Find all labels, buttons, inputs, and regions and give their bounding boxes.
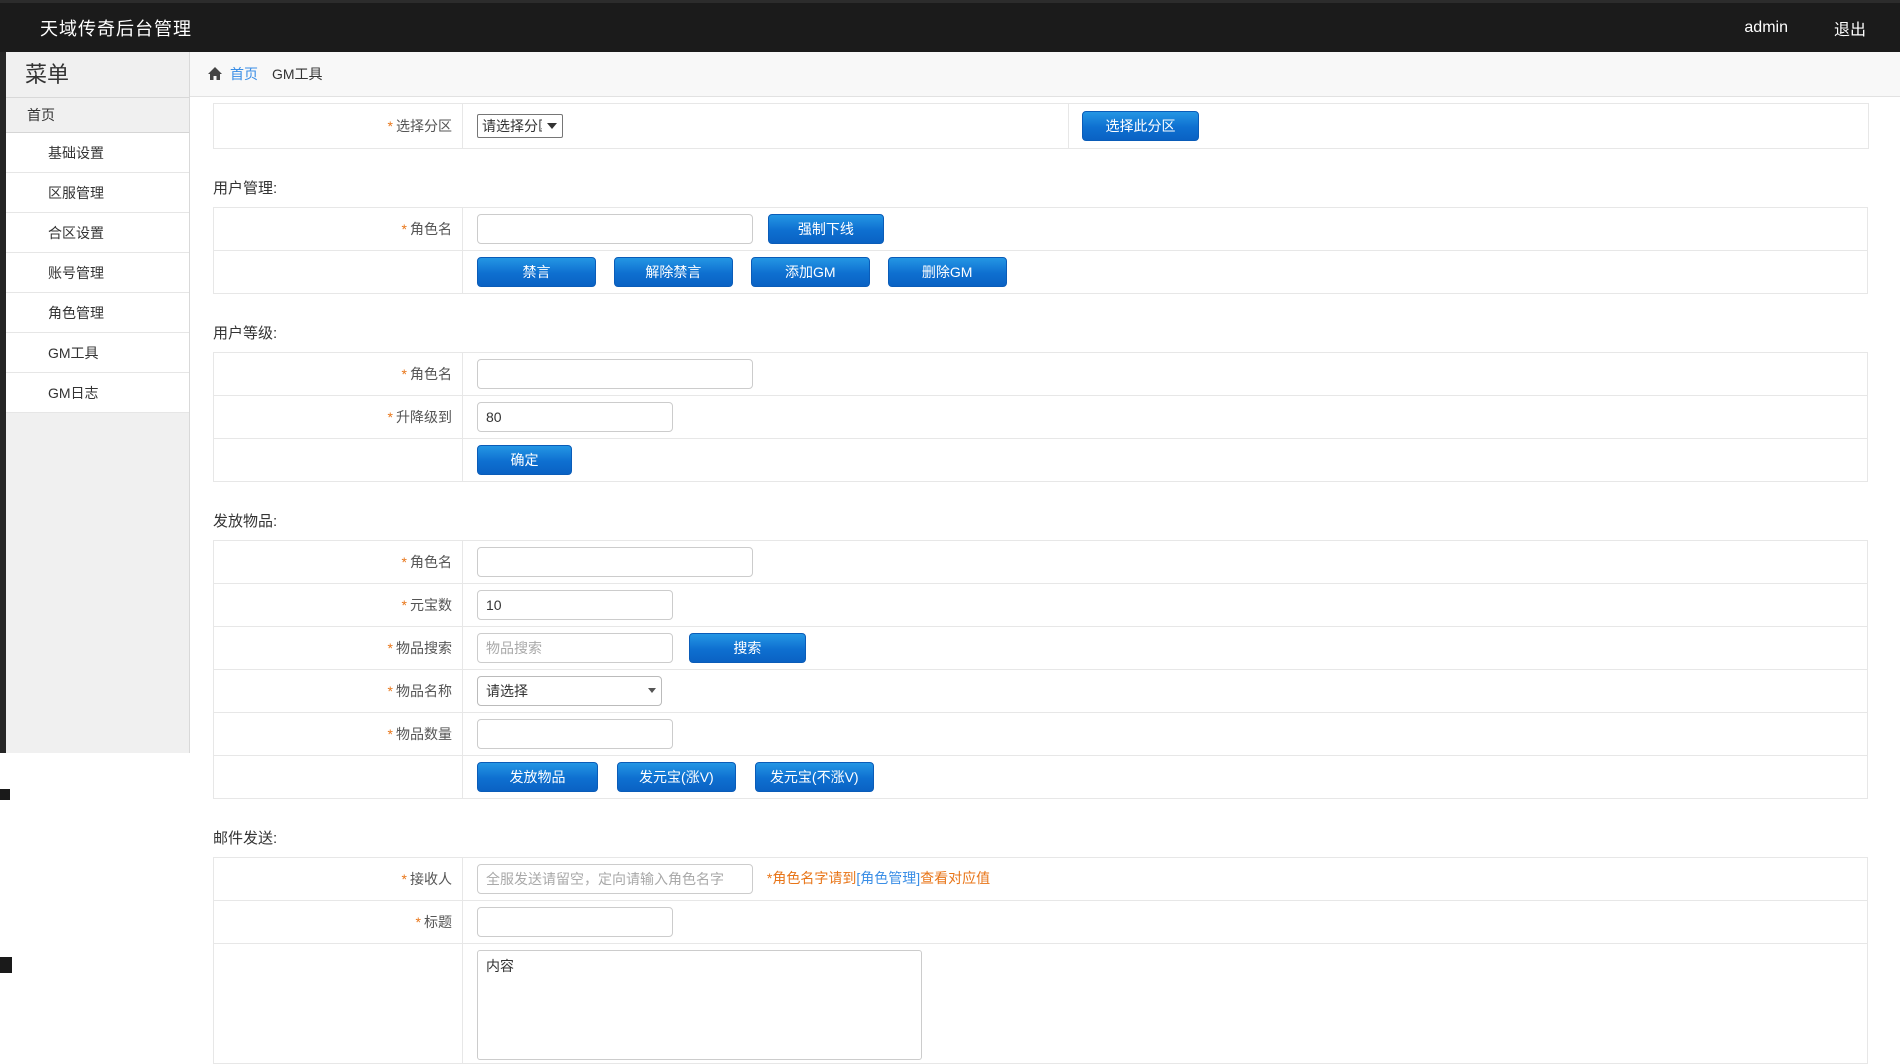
left-edge-artifact (0, 957, 12, 973)
item-search-label: 物品搜索 (396, 640, 452, 656)
form-row-ingot: * 元宝数 (213, 583, 1868, 627)
home-icon (207, 66, 223, 82)
mail-form: *接收人 *角色名字请到[角色管理]查看对应值 *标题 内容 (213, 857, 1868, 1064)
give-item-form: *角色名 *元宝数 *物品搜索 搜索 (213, 540, 1868, 799)
required-mark: * (401, 597, 407, 613)
hint-suffix: 查看对应值 (920, 869, 991, 886)
form-row-partition: * 选择分区 请选择分区 选择此分区 (213, 103, 1869, 149)
partition-select[interactable]: 请选择分区 (477, 114, 563, 138)
section-title-mail: 邮件发送: (213, 830, 278, 847)
breadcrumb-current: GM工具 (272, 66, 323, 82)
sidebar-item-gm-logs[interactable]: GM日志 (0, 373, 189, 413)
add-gm-button[interactable]: 添加GM (750, 257, 870, 287)
section-title-user-level: 用户等级: (213, 325, 278, 342)
app-title: 天域传奇后台管理 (40, 18, 192, 39)
required-mark: * (387, 726, 393, 742)
hint-prefix: *角色名字请到 (766, 869, 857, 886)
form-row-user-actions: 禁言 解除禁言 添加GM 删除GM (213, 250, 1868, 294)
sidebar-dark-edge (0, 52, 6, 753)
receiver-label: 接收人 (410, 871, 452, 887)
required-mark: * (401, 366, 407, 382)
breadcrumb: 首页 GM工具 (190, 52, 1900, 97)
logout-link[interactable]: 退出 (1834, 16, 1866, 40)
receiver-input[interactable] (477, 864, 753, 894)
choose-partition-button[interactable]: 选择此分区 (1082, 111, 1199, 141)
required-mark: * (415, 914, 421, 930)
form-row-level: * 升降级到 (213, 395, 1868, 439)
form-row-role-name: * 角色名 强制下线 (213, 207, 1868, 251)
level-value-input[interactable] (477, 402, 673, 432)
required-mark: * (387, 640, 393, 656)
role-name-label: 角色名 (410, 366, 452, 382)
item-qty-label: 物品数量 (396, 726, 452, 742)
section-title-give-item: 发放物品: (213, 513, 278, 530)
subject-label: 标题 (424, 914, 452, 930)
partition-form: * 选择分区 请选择分区 选择此分区 (213, 103, 1869, 149)
ingot-count-input[interactable] (477, 590, 673, 620)
role-name-label: 角色名 (410, 221, 452, 237)
item-role-name-input[interactable] (477, 547, 753, 577)
sidebar-title: 菜单 (0, 52, 189, 98)
force-offline-button[interactable]: 强制下线 (767, 214, 884, 244)
give-ingot-vip-button[interactable]: 发元宝(涨V) (616, 762, 736, 792)
mute-button[interactable]: 禁言 (477, 257, 596, 287)
subject-input[interactable] (477, 907, 673, 937)
main-content: 首页 GM工具 * 选择分区 请选择分区 选择此分区 用户管理: * 角色名 强… (190, 52, 1900, 1064)
user-link[interactable]: admin (1744, 19, 1788, 37)
required-mark: * (387, 409, 393, 425)
ingot-label: 元宝数 (410, 597, 452, 613)
sidebar-item-role-mgmt[interactable]: 角色管理 (0, 293, 189, 333)
left-edge-artifact (0, 789, 10, 800)
item-qty-input[interactable] (477, 719, 673, 749)
delete-gm-button[interactable]: 删除GM (887, 257, 1007, 287)
required-mark: * (387, 118, 393, 134)
sidebar-item-server-mgmt[interactable]: 区服管理 (0, 173, 189, 213)
sidebar-item-home[interactable]: 首页 (0, 98, 189, 133)
search-button[interactable]: 搜索 (688, 633, 806, 663)
mail-content-textarea[interactable]: 内容 (477, 950, 922, 1060)
form-row-give-buttons: 发放物品 发元宝(涨V) 发元宝(不涨V) (213, 755, 1868, 799)
form-row-role-name: * 角色名 (213, 352, 1868, 396)
role-name-label: 角色名 (410, 554, 452, 570)
form-row-item-search: *物品搜索 搜索 (213, 626, 1868, 670)
required-mark: * (401, 554, 407, 570)
role-mgmt-link[interactable]: [角色管理] (856, 870, 920, 886)
level-role-name-input[interactable] (477, 359, 753, 389)
user-level-form: *角色名 *升降级到 确定 (213, 352, 1868, 482)
form-row-subject: * 标题 (213, 900, 1868, 944)
give-ingot-novip-button[interactable]: 发元宝(不涨V) (754, 762, 874, 792)
form-row-role-name: * 角色名 (213, 540, 1868, 584)
item-name-select[interactable]: 请选择 (477, 676, 662, 706)
partition-label: 选择分区 (396, 118, 452, 134)
item-search-input[interactable] (477, 633, 673, 663)
form-row-mail-content: 内容 (213, 943, 1868, 1064)
form-row-level-confirm: 确定 (213, 438, 1868, 482)
form-row-item-name: * 物品名称 请选择 (213, 669, 1868, 713)
required-mark: * (401, 221, 407, 237)
sidebar-item-gm-tools[interactable]: GM工具 (0, 333, 189, 373)
sidebar-item-merge-settings[interactable]: 合区设置 (0, 213, 189, 253)
user-mgmt-form: * 角色名 强制下线 禁言 解除禁言 添加GM 删除GM (213, 207, 1868, 294)
role-name-input[interactable] (477, 214, 753, 244)
sidebar-item-basic-settings[interactable]: 基础设置 (0, 133, 189, 173)
unmute-button[interactable]: 解除禁言 (613, 257, 733, 287)
required-mark: * (401, 871, 407, 887)
form-row-receiver: *接收人 *角色名字请到[角色管理]查看对应值 (213, 857, 1868, 901)
level-label: 升降级到 (396, 409, 452, 425)
give-item-button[interactable]: 发放物品 (477, 762, 598, 792)
sidebar-item-account-mgmt[interactable]: 账号管理 (0, 253, 189, 293)
form-row-item-qty: * 物品数量 (213, 712, 1868, 756)
section-title-user-mgmt: 用户管理: (213, 180, 278, 197)
receiver-hint: *角色名字请到[角色管理]查看对应值 (767, 870, 990, 886)
top-bar: 天域传奇后台管理 admin 退出 (0, 0, 1900, 52)
item-name-label: 物品名称 (396, 683, 452, 699)
required-mark: * (387, 683, 393, 699)
sidebar: 菜单 首页 基础设置 区服管理 合区设置 账号管理 角色管理 GM工具 GM日志 (0, 52, 190, 753)
breadcrumb-home-link[interactable]: 首页 (230, 64, 258, 84)
confirm-button[interactable]: 确定 (477, 445, 572, 475)
